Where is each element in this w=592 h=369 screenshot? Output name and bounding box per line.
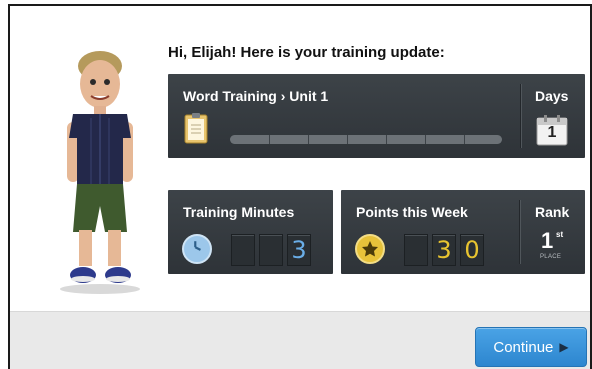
- minutes-digit: 3: [287, 234, 311, 266]
- dialog-footer: Continue ▶: [10, 311, 590, 369]
- days-label: Days: [535, 88, 569, 104]
- chevron-right-icon: ▶: [559, 340, 569, 354]
- clipboard-icon: [184, 113, 208, 144]
- training-minutes-panel: Training Minutes 3: [168, 190, 333, 274]
- calendar-icon: 1: [535, 114, 569, 146]
- avatar: [60, 51, 140, 294]
- clock-icon: [182, 234, 212, 264]
- rank-value: 1: [541, 228, 554, 253]
- points-digit: 3: [432, 234, 456, 266]
- continue-button[interactable]: Continue ▶: [475, 327, 587, 367]
- points-label: Points this Week: [356, 204, 468, 220]
- greeting-heading: Hi, Elijah! Here is your training update…: [168, 44, 445, 61]
- panel-divider: [520, 84, 521, 148]
- word-training-title: Word Training › Unit 1: [183, 88, 329, 104]
- panel-divider: [519, 200, 520, 264]
- training-update-dialog: Hi, Elijah! Here is your training update…: [8, 4, 592, 369]
- rank-label: Rank: [535, 204, 570, 220]
- points-panel: Points this Week 3 0 Rank 1 st PLACE: [341, 190, 585, 274]
- rank-place-label: PLACE: [540, 254, 562, 260]
- rank-suffix: st: [556, 230, 564, 239]
- minutes-digit: [259, 234, 283, 266]
- continue-label: Continue: [493, 338, 554, 356]
- training-minutes-label: Training Minutes: [183, 204, 295, 220]
- star-icon: [355, 234, 385, 264]
- points-digit: [404, 234, 428, 266]
- days-value: 1: [547, 124, 557, 141]
- points-digit: 0: [460, 234, 484, 266]
- minutes-digit: [231, 234, 255, 266]
- unit-progress-bar: [230, 135, 502, 144]
- word-training-panel: Word Training › Unit 1 Days 1: [168, 74, 585, 158]
